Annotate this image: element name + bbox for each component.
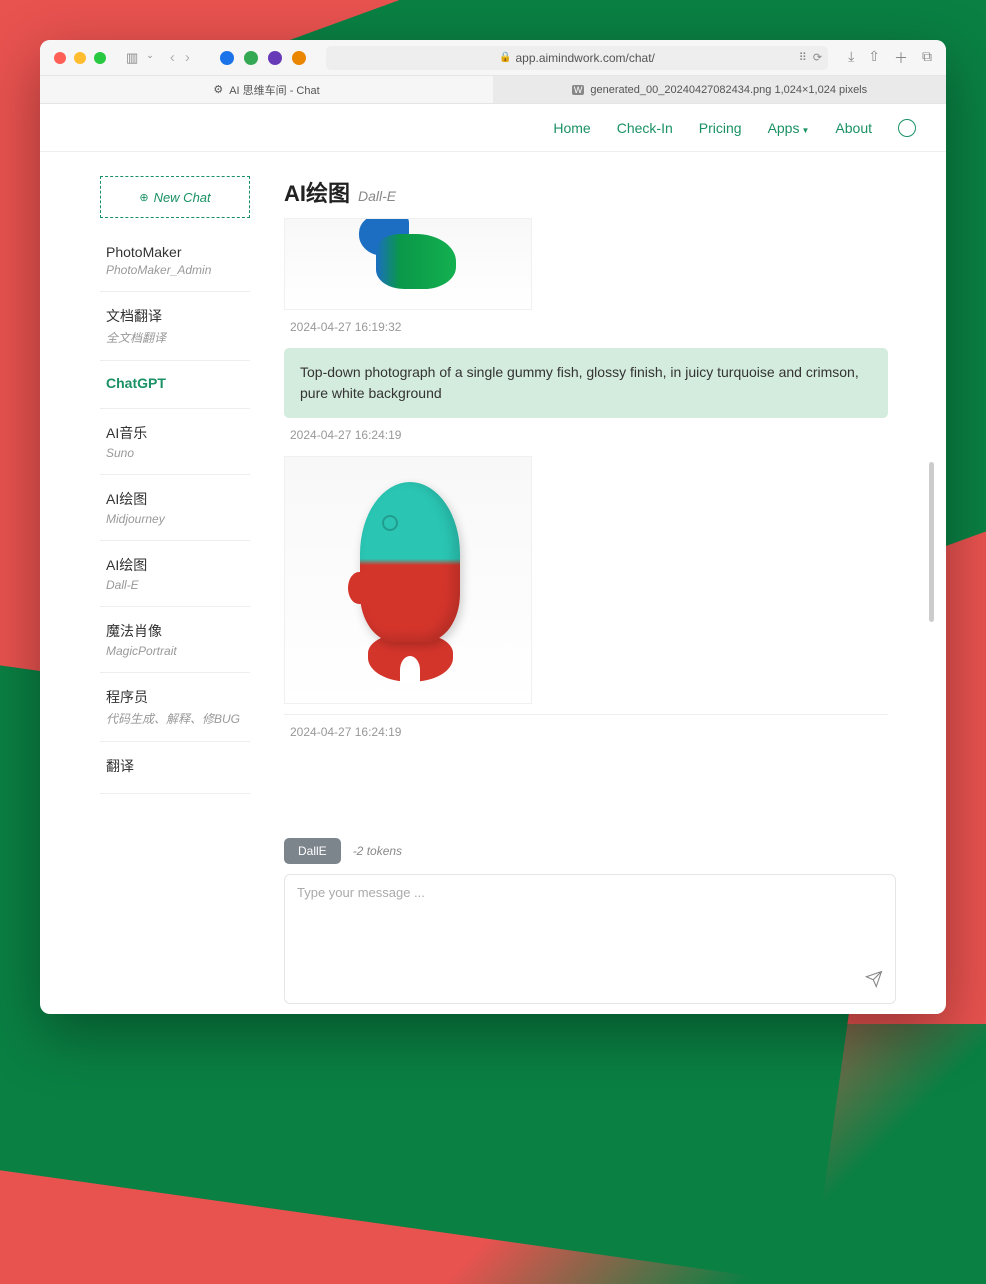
chat-header: AI绘图 Dall-E (284, 176, 896, 208)
extensions (220, 51, 306, 65)
translate-icon[interactable]: ⠿ (799, 51, 807, 64)
extension-icon[interactable] (292, 51, 306, 65)
extension-icon[interactable] (268, 51, 282, 65)
tabs-icon[interactable]: ⧉ (922, 48, 932, 68)
forward-icon[interactable]: › (185, 49, 190, 66)
sidebar-item-translate2[interactable]: 翻译 (100, 742, 250, 794)
extension-icon[interactable] (220, 51, 234, 65)
browser-window: ▥ ⌄ ‹ › 🔒 app.aimindwork.com/chat/ ⠿⟳ ⤓ … (40, 40, 946, 1014)
sidebar-item-dalle[interactable]: AI绘图Dall-E (100, 541, 250, 607)
chat-subtitle: Dall-E (358, 188, 396, 204)
nav-about[interactable]: About (835, 120, 872, 136)
window-controls (54, 52, 106, 64)
scrollbar[interactable] (929, 462, 934, 622)
favicon-icon: ⚙ (213, 83, 223, 96)
new-chat-button[interactable]: ⊕ New Chat (100, 176, 250, 218)
timestamp: 2024-04-27 16:24:19 (290, 725, 888, 739)
user-prompt: Top-down photograph of a single gummy fi… (284, 348, 888, 418)
sidebar-item-portrait[interactable]: 魔法肖像MagicPortrait (100, 607, 250, 673)
url-bar[interactable]: 🔒 app.aimindwork.com/chat/ ⠿ ⟳ (326, 46, 828, 70)
top-nav: Home Check-In Pricing Apps▼ About (40, 104, 946, 152)
titlebar: ▥ ⌄ ‹ › 🔒 app.aimindwork.com/chat/ ⠿⟳ ⤓ … (40, 40, 946, 76)
url-text: app.aimindwork.com/chat/ (515, 51, 654, 65)
share-icon[interactable]: ⇧ (868, 48, 880, 68)
timestamp: 2024-04-27 16:24:19 (290, 428, 888, 442)
download-icon[interactable]: ⤓ (848, 48, 854, 68)
sidebar-toggle[interactable]: ▥ ⌄ (126, 50, 154, 66)
favicon-icon: W (572, 85, 585, 95)
sidebar-item-music[interactable]: AI音乐Suno (100, 409, 250, 475)
newtab-icon[interactable]: ＋ (894, 48, 908, 68)
model-chip[interactable]: DallE (284, 838, 341, 864)
chat-main: AI绘图 Dall-E 2024-04-27 16:19:32 Top-down… (260, 152, 936, 1014)
message-list[interactable]: 2024-04-27 16:19:32 Top-down photograph … (284, 218, 896, 828)
user-icon[interactable] (898, 119, 916, 137)
token-cost: -2 tokens (353, 844, 402, 858)
sidebar-item-translate[interactable]: 文档翻译全文档翻译 (100, 292, 250, 361)
sidebar-item-programmer[interactable]: 程序员代码生成、解释、修BUG (100, 673, 250, 742)
nav-pricing[interactable]: Pricing (699, 120, 742, 136)
extension-icon[interactable] (244, 51, 258, 65)
sidebar-item-photomaker[interactable]: PhotoMakerPhotoMaker_Admin (100, 230, 250, 292)
message-input-box (284, 874, 896, 1004)
generated-image[interactable] (284, 218, 532, 310)
browser-tabs: ⚙ AI 思维车间 - Chat W generated_00_20240427… (40, 76, 946, 104)
browser-tab[interactable]: W generated_00_20240427082434.png 1,024×… (493, 76, 946, 103)
close-icon[interactable] (54, 52, 66, 64)
lock-icon: 🔒 (499, 52, 511, 63)
reload-icon[interactable]: ⟳ (813, 51, 822, 64)
message-input[interactable] (297, 885, 883, 993)
minimize-icon[interactable] (74, 52, 86, 64)
sidebar: ⊕ New Chat PhotoMakerPhotoMaker_Admin 文档… (50, 152, 260, 1014)
sidebar-item-midjourney[interactable]: AI绘图Midjourney (100, 475, 250, 541)
generated-image[interactable] (284, 456, 532, 704)
tab-title: generated_00_20240427082434.png 1,024×1,… (590, 84, 867, 96)
sidebar-item-chatgpt[interactable]: ChatGPT (100, 361, 250, 409)
send-icon[interactable] (865, 970, 883, 993)
plus-icon: ⊕ (139, 191, 148, 204)
browser-tab[interactable]: ⚙ AI 思维车间 - Chat (40, 76, 493, 103)
nav-checkin[interactable]: Check-In (617, 120, 673, 136)
tab-title: AI 思维车间 - Chat (229, 82, 319, 98)
nav-home[interactable]: Home (553, 120, 590, 136)
maximize-icon[interactable] (94, 52, 106, 64)
nav-apps[interactable]: Apps▼ (768, 120, 810, 136)
composer: DallE -2 tokens (284, 828, 896, 1004)
chat-title: AI绘图 (284, 176, 350, 208)
timestamp: 2024-04-27 16:19:32 (290, 320, 888, 334)
back-icon[interactable]: ‹ (170, 49, 175, 66)
